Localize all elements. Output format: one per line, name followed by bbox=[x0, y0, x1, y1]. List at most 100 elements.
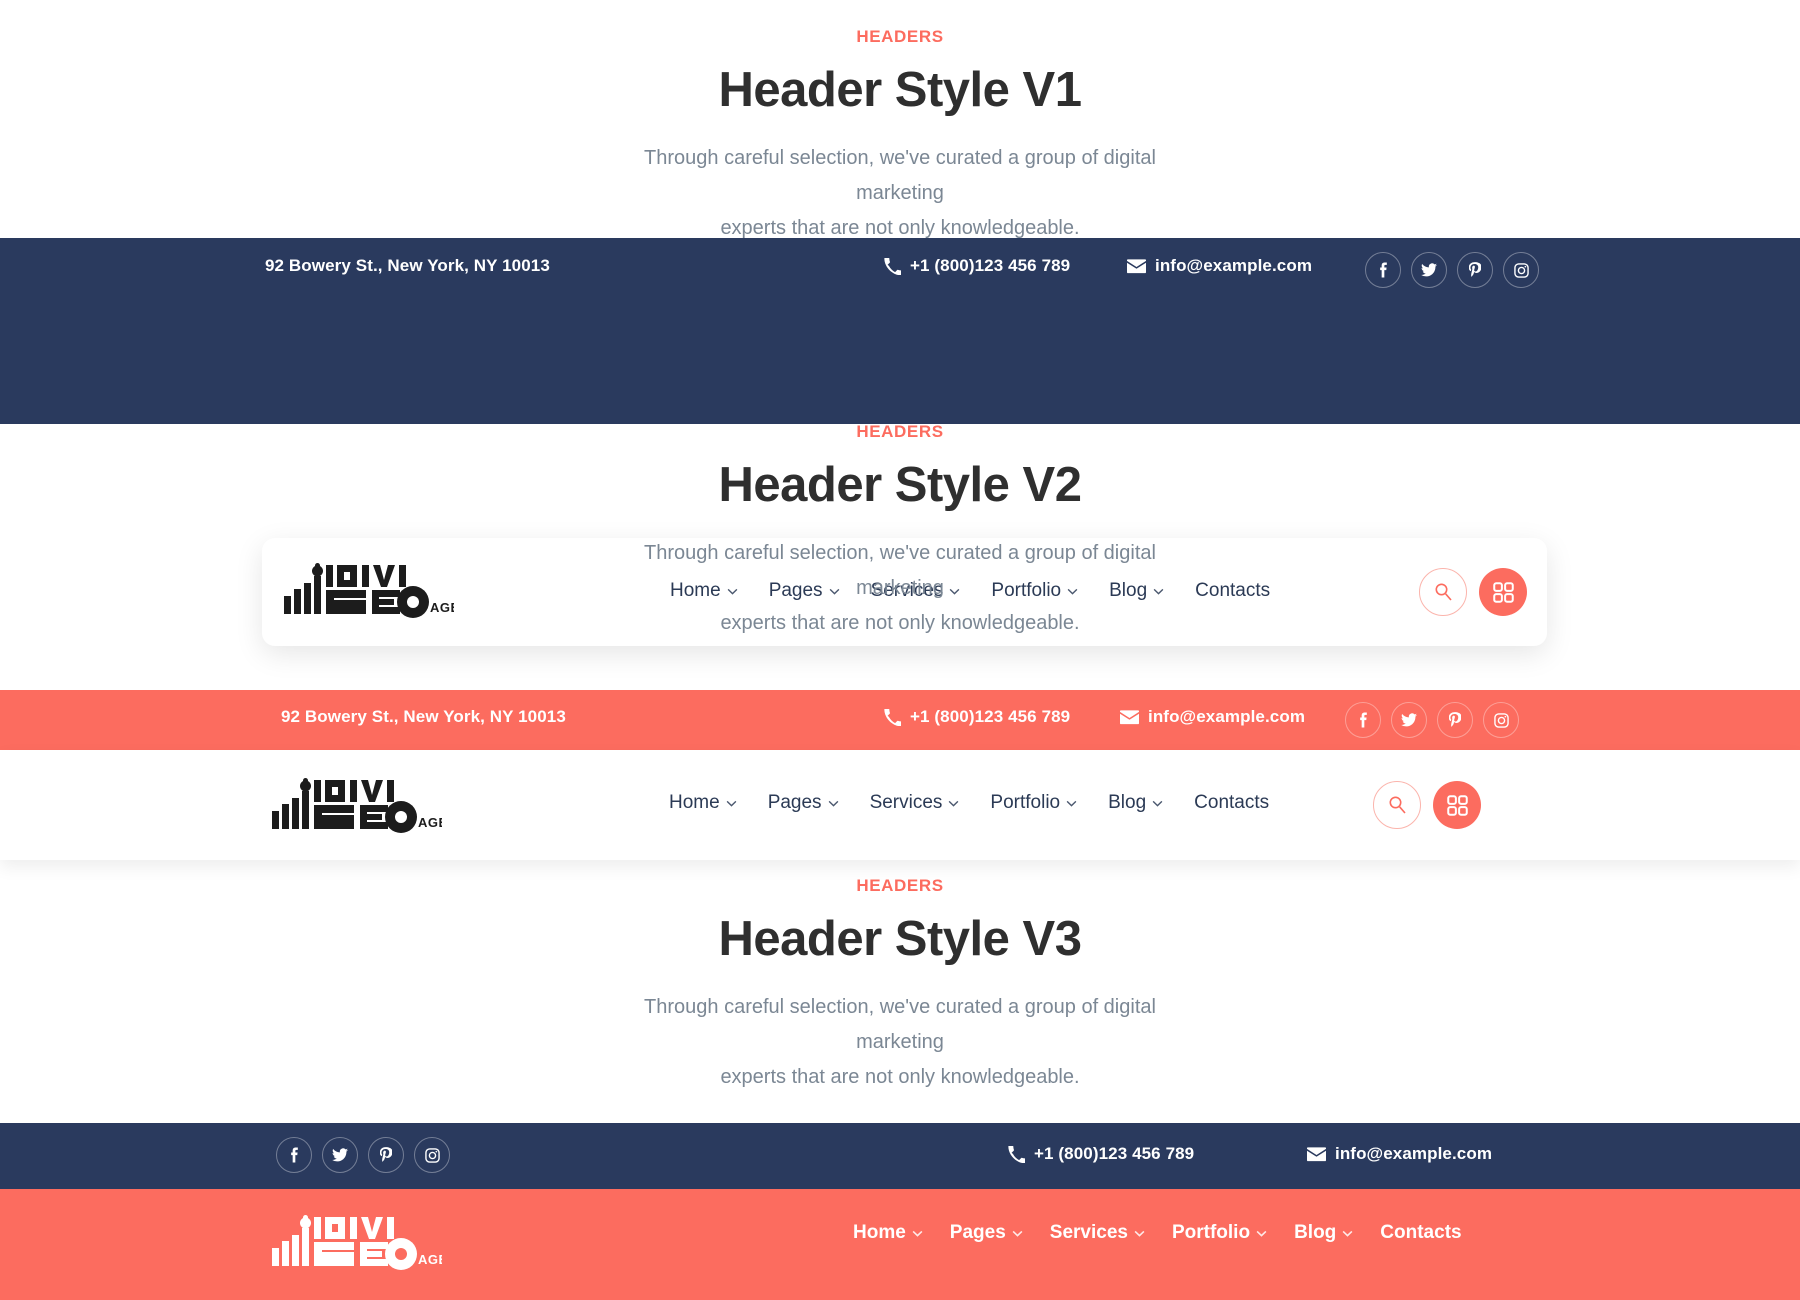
social-link-twitter[interactable] bbox=[1411, 252, 1447, 288]
twitter-icon bbox=[332, 1148, 348, 1162]
nav-item-contacts[interactable]: Contacts bbox=[1194, 792, 1269, 814]
chevron-down-icon bbox=[912, 1230, 923, 1237]
social-links-v1 bbox=[1365, 252, 1539, 288]
nav-item-services[interactable]: Services bbox=[870, 792, 960, 814]
page-title: Header Style V1 bbox=[718, 63, 1082, 117]
phone-link[interactable]: +1 (800)123 456 789 bbox=[884, 256, 1070, 276]
nav-item-home[interactable]: Home bbox=[669, 792, 737, 814]
phone-icon bbox=[1008, 1145, 1025, 1163]
chevron-down-icon bbox=[726, 800, 737, 807]
header-v1: 92 Bowery St., New York, NY 10013 +1 (80… bbox=[0, 238, 1800, 646]
intro-paragraph: Through careful selection, we've curated… bbox=[620, 141, 1180, 246]
social-link-facebook[interactable] bbox=[1365, 252, 1401, 288]
email-link[interactable]: info@example.com bbox=[1307, 1144, 1492, 1164]
chevron-down-icon bbox=[1012, 1230, 1023, 1237]
twitter-icon bbox=[1421, 263, 1437, 277]
chevron-down-icon bbox=[1066, 800, 1077, 807]
social-link-instagram[interactable] bbox=[414, 1137, 450, 1173]
chevron-down-icon bbox=[1152, 800, 1163, 807]
page-title: Header Style V2 bbox=[718, 458, 1082, 512]
address-text: 92 Bowery St., New York, NY 10013 bbox=[281, 707, 566, 726]
nav-item-contacts[interactable]: Contacts bbox=[1380, 1222, 1461, 1244]
facebook-icon bbox=[1359, 712, 1367, 728]
phone-link[interactable]: +1 (800)123 456 789 bbox=[884, 707, 1070, 727]
social-link-pinterest[interactable] bbox=[368, 1137, 404, 1173]
page-root: HEADERS Header Style V1 Through careful … bbox=[0, 0, 1800, 1300]
grid-menu-icon bbox=[1446, 794, 1468, 816]
intro-line-1: Through careful selection, we've curated… bbox=[644, 542, 1156, 600]
svg-text:AGENCY: AGENCY bbox=[418, 815, 442, 830]
email-link[interactable]: info@example.com bbox=[1120, 707, 1305, 727]
social-link-pinterest[interactable] bbox=[1457, 252, 1493, 288]
intro-paragraph: Through careful selection, we've curated… bbox=[620, 990, 1180, 1095]
envelope-icon bbox=[1307, 1146, 1326, 1162]
nav-label: Pages bbox=[949, 1222, 1006, 1243]
address-text: 92 Bowery St., New York, NY 10013 bbox=[265, 256, 550, 275]
social-links-v2 bbox=[1345, 702, 1519, 738]
topbar-v3: +1 (800)123 456 789 info@example.com bbox=[0, 1123, 1800, 1189]
social-link-instagram[interactable] bbox=[1483, 702, 1519, 738]
nav-label: Pages bbox=[767, 792, 822, 813]
social-link-facebook[interactable] bbox=[276, 1137, 312, 1173]
email-text: info@example.com bbox=[1335, 1144, 1493, 1163]
intro-block-v3: HEADERS Header Style V3 Through careful … bbox=[0, 877, 1800, 1095]
nav-item-blog[interactable]: Blog bbox=[1294, 1222, 1353, 1244]
nav-item-blog[interactable]: Blog bbox=[1108, 792, 1163, 814]
divi-seo-agency-logo-icon: AGENCY bbox=[272, 1215, 442, 1270]
topbar-v2: 92 Bowery St., New York, NY 10013 +1 (80… bbox=[0, 690, 1800, 750]
email-link[interactable]: info@example.com bbox=[1127, 256, 1312, 276]
phone-text: +1 (800)123 456 789 bbox=[910, 256, 1071, 275]
main-nav-v2: Home Pages Services Portfolio Blog Conta… bbox=[669, 792, 1269, 814]
email-text: info@example.com bbox=[1155, 256, 1313, 275]
nav-item-portfolio[interactable]: Portfolio bbox=[1172, 1222, 1267, 1244]
nav-label: Home bbox=[853, 1222, 906, 1243]
nav-item-home[interactable]: Home bbox=[853, 1222, 923, 1244]
chevron-down-icon bbox=[1256, 1230, 1267, 1237]
navbar-actions-v2 bbox=[1373, 781, 1481, 829]
intro-block-v1: HEADERS Header Style V1 Through careful … bbox=[0, 28, 1800, 246]
social-link-twitter[interactable] bbox=[1391, 702, 1427, 738]
logo-v2[interactable]: AGENCY bbox=[272, 777, 442, 837]
nav-label: Blog bbox=[1294, 1222, 1337, 1243]
email-text: info@example.com bbox=[1148, 707, 1306, 726]
facebook-icon bbox=[1379, 262, 1387, 278]
nav-label: Services bbox=[1049, 1222, 1128, 1243]
eyebrow-label: HEADERS bbox=[856, 27, 944, 46]
nav-item-services[interactable]: Services bbox=[1050, 1222, 1145, 1244]
nav-label: Contacts bbox=[1194, 792, 1270, 813]
grid-menu-button[interactable] bbox=[1433, 781, 1481, 829]
nav-label: Services bbox=[869, 792, 943, 813]
logo-v3[interactable]: AGENCY bbox=[272, 1214, 442, 1274]
social-link-twitter[interactable] bbox=[322, 1137, 358, 1173]
phone-icon bbox=[884, 708, 901, 726]
nav-label: Contacts bbox=[1380, 1222, 1462, 1243]
svg-text:AGENCY: AGENCY bbox=[418, 1252, 442, 1267]
instagram-icon bbox=[424, 1147, 440, 1163]
phone-text: +1 (800)123 456 789 bbox=[910, 707, 1071, 726]
facebook-icon bbox=[290, 1147, 298, 1163]
navbar-v2: AGENCY Home Pages Services Portfolio Blo… bbox=[0, 750, 1800, 860]
phone-text: +1 (800)123 456 789 bbox=[1034, 1144, 1195, 1163]
social-link-facebook[interactable] bbox=[1345, 702, 1381, 738]
chevron-down-icon bbox=[1342, 1230, 1353, 1237]
social-link-instagram[interactable] bbox=[1503, 252, 1539, 288]
chevron-down-icon bbox=[949, 800, 959, 807]
eyebrow-label: HEADERS bbox=[856, 876, 944, 895]
nav-item-pages[interactable]: Pages bbox=[950, 1222, 1023, 1244]
chevron-down-icon bbox=[828, 800, 838, 807]
eyebrow-label: HEADERS bbox=[856, 422, 944, 441]
nav-item-pages[interactable]: Pages bbox=[768, 792, 839, 814]
search-button[interactable] bbox=[1373, 781, 1421, 829]
nav-label: Portfolio bbox=[990, 792, 1061, 813]
envelope-icon bbox=[1120, 709, 1139, 725]
instagram-icon bbox=[1493, 712, 1509, 728]
chevron-down-icon bbox=[1134, 1230, 1145, 1237]
phone-icon bbox=[884, 257, 901, 275]
intro-block-v2: HEADERS Header Style V2 Through careful … bbox=[0, 423, 1800, 641]
phone-link[interactable]: +1 (800)123 456 789 bbox=[1008, 1144, 1194, 1164]
nav-label: Blog bbox=[1108, 792, 1147, 813]
social-link-pinterest[interactable] bbox=[1437, 702, 1473, 738]
page-title: Header Style V3 bbox=[718, 912, 1082, 966]
intro-line-2: experts that are not only knowledgeable. bbox=[720, 612, 1080, 635]
nav-item-portfolio[interactable]: Portfolio bbox=[990, 792, 1077, 814]
